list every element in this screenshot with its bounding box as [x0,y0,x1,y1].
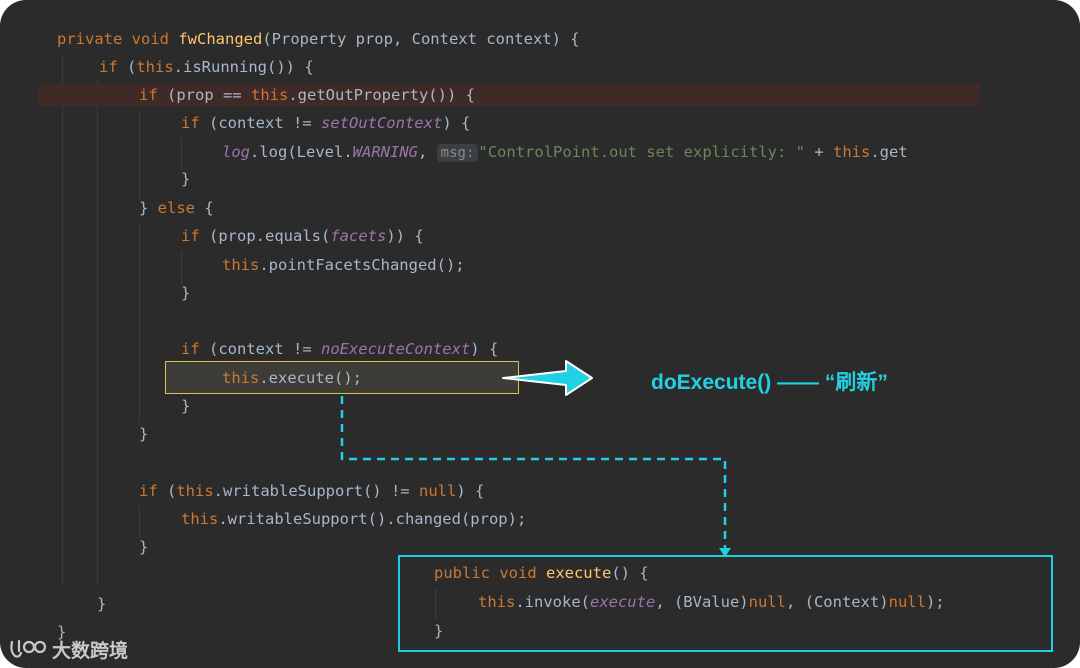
pointer-arrow [502,360,593,396]
callout-line-1: public void execute() { [434,564,649,582]
code-screenshot: private void fwChanged(Property prop, Co… [0,0,1080,668]
callout-line-2: this.invoke(execute, (BValue)null, (Cont… [478,593,945,611]
watermark-text: 大数跨境 [52,639,129,662]
watermark-logo-icon [10,639,47,658]
callout-line-3: } [434,622,444,640]
indent-guide [435,589,436,619]
execute-method-callout: public void execute() { this.invoke(exec… [398,555,1053,652]
dashed-connector [340,396,727,550]
watermark: 大数跨境 [8,634,128,664]
annotation-label: doExecute() —— “刷新” [651,371,888,394]
